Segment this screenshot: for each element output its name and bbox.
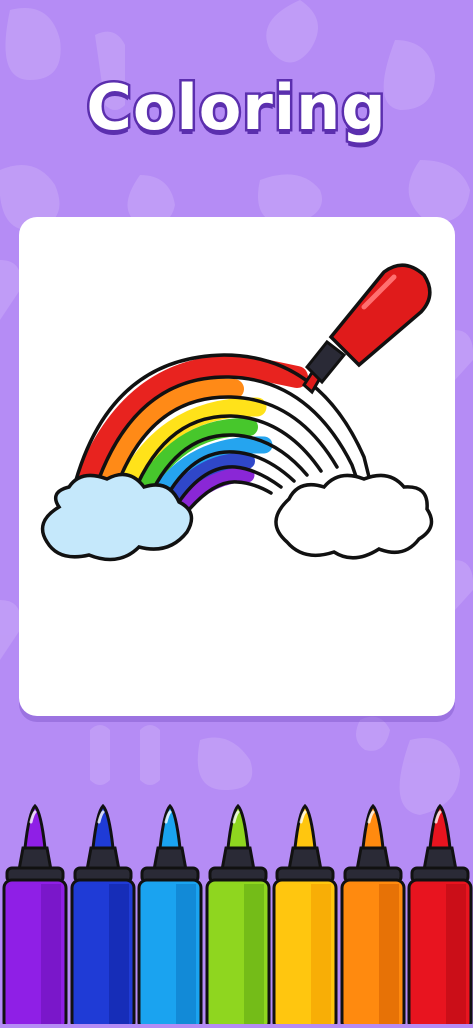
marker-orange-icon (340, 803, 405, 1028)
rainbow-drawing[interactable] (19, 217, 455, 716)
red-pen-icon[interactable] (302, 263, 432, 395)
left-cloud (40, 472, 194, 562)
marker-yellow-icon (272, 803, 338, 1028)
marker-sky-blue-icon (137, 803, 203, 1028)
marker-navy[interactable] (69, 800, 137, 1028)
marker-navy-icon (70, 803, 135, 1028)
page-title: Coloring (84, 69, 388, 147)
right-cloud (274, 473, 434, 560)
marker-yellow[interactable] (271, 800, 339, 1028)
marker-green-icon (205, 803, 270, 1028)
marker-red[interactable] (406, 800, 473, 1028)
marker-sky-blue[interactable] (136, 800, 204, 1028)
marker-palette (0, 800, 473, 1028)
marker-green[interactable] (204, 800, 272, 1028)
marker-red-icon (407, 803, 473, 1028)
marker-purple-icon (2, 803, 68, 1028)
marker-orange[interactable] (339, 800, 407, 1028)
coloring-canvas[interactable] (19, 217, 455, 716)
marker-purple[interactable] (1, 800, 69, 1028)
